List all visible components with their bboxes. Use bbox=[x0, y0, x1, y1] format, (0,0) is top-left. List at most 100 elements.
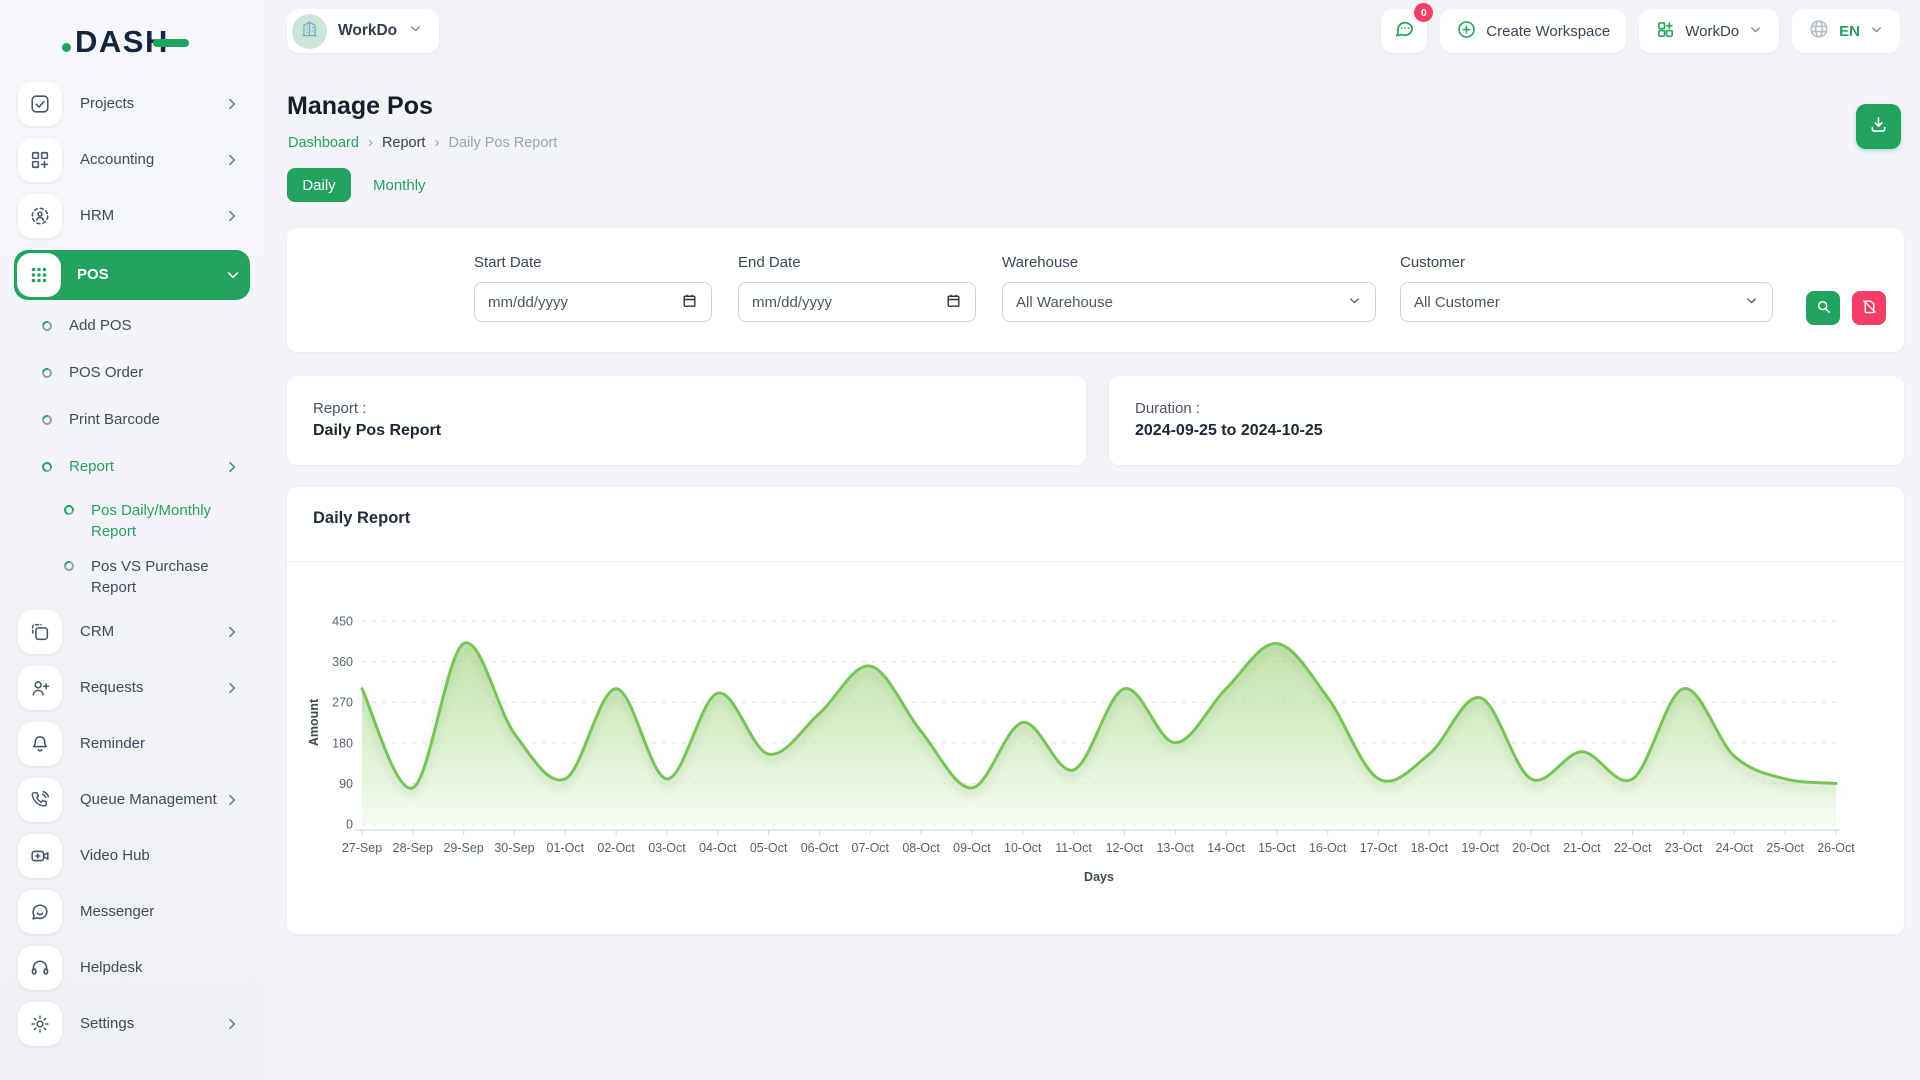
svg-text:06-Oct: 06-Oct bbox=[801, 841, 839, 855]
warehouse-select[interactable]: All Warehouse bbox=[1002, 282, 1376, 322]
svg-text:10-Oct: 10-Oct bbox=[1004, 841, 1042, 855]
sidebar-item-label: Queue Management bbox=[80, 791, 224, 809]
svg-text:12-Oct: 12-Oct bbox=[1106, 841, 1144, 855]
sidebar-item-queue-management[interactable]: Queue Management bbox=[18, 778, 246, 822]
sidebar-item-pos[interactable]: POS bbox=[14, 250, 250, 300]
sidebar-item-pos-order[interactable]: POS Order bbox=[42, 357, 246, 389]
duration-label: Duration : bbox=[1135, 400, 1200, 417]
sidebar: DASH Projects Accounting HRM POS Add POS POS … bbox=[0, 0, 264, 1080]
language-button[interactable]: EN bbox=[1792, 9, 1900, 53]
language-value: EN bbox=[1839, 23, 1860, 40]
workspace-switcher[interactable]: WorkDo bbox=[287, 9, 439, 53]
duration-info-card: Duration : 2024-09-25 to 2024-10-25 bbox=[1109, 376, 1904, 465]
svg-text:14-Oct: 14-Oct bbox=[1207, 841, 1245, 855]
breadcrumb-current: Daily Pos Report bbox=[448, 135, 557, 151]
filter-card: Start Date mm/dd/yyyy End Date mm/dd/yyy… bbox=[287, 228, 1904, 352]
customer-select[interactable]: All Customer bbox=[1400, 282, 1773, 322]
svg-text:29-Sep: 29-Sep bbox=[443, 841, 483, 855]
download-icon bbox=[1868, 114, 1889, 140]
workdo-menu-button[interactable]: WorkDo bbox=[1639, 9, 1779, 53]
chat-bubble-icon bbox=[1393, 17, 1416, 45]
svg-text:Amount: Amount bbox=[307, 698, 321, 746]
svg-text:07-Oct: 07-Oct bbox=[852, 841, 890, 855]
chevron-right-icon bbox=[224, 96, 240, 112]
checkbox-icon bbox=[18, 82, 62, 126]
page-title: Manage Pos bbox=[287, 92, 433, 121]
start-date-input[interactable]: mm/dd/yyyy bbox=[474, 282, 712, 322]
svg-text:17-Oct: 17-Oct bbox=[1360, 841, 1398, 855]
sidebar-item-hrm[interactable]: HRM bbox=[18, 194, 246, 238]
download-button[interactable] bbox=[1856, 104, 1901, 149]
sidebar-item-print-barcode[interactable]: Print Barcode bbox=[42, 404, 246, 436]
sidebar-item-label: Accounting bbox=[80, 151, 224, 169]
sidebar-item-pos-daily-monthly-report[interactable]: Pos Daily/Monthly Report bbox=[64, 498, 246, 542]
disc-icon bbox=[40, 460, 54, 474]
svg-text:0: 0 bbox=[346, 818, 353, 832]
dots-grid-icon bbox=[17, 253, 61, 297]
daily-report-chart: 09018027036045027-Sep28-Sep29-Sep30-Sep0… bbox=[287, 487, 1904, 934]
sidebar-item-add-pos[interactable]: Add POS bbox=[42, 310, 246, 342]
chevron-down-icon bbox=[1744, 293, 1759, 312]
sidebar-item-label: Settings bbox=[80, 1015, 224, 1033]
sidebar-item-accounting[interactable]: Accounting bbox=[18, 138, 246, 182]
sidebar-menu: Projects Accounting HRM POS Add POS POS Order… bbox=[0, 82, 264, 1058]
svg-text:24-Oct: 24-Oct bbox=[1716, 841, 1754, 855]
svg-text:28-Sep: 28-Sep bbox=[393, 841, 433, 855]
search-icon bbox=[1815, 298, 1832, 318]
chevron-down-icon bbox=[1748, 22, 1763, 41]
svg-text:01-Oct: 01-Oct bbox=[547, 841, 585, 855]
svg-text:26-Oct: 26-Oct bbox=[1817, 841, 1855, 855]
svg-text:15-Oct: 15-Oct bbox=[1258, 841, 1296, 855]
sidebar-item-report[interactable]: Report bbox=[42, 451, 246, 483]
sidebar-item-label: Add POS bbox=[69, 317, 246, 335]
calendar-icon bbox=[681, 292, 698, 313]
end-date-placeholder: mm/dd/yyyy bbox=[752, 294, 832, 311]
start-date-placeholder: mm/dd/yyyy bbox=[488, 294, 568, 311]
sidebar-item-requests[interactable]: Requests bbox=[18, 666, 246, 710]
create-workspace-button[interactable]: Create Workspace bbox=[1440, 9, 1626, 53]
breadcrumb-report[interactable]: Report bbox=[382, 135, 426, 151]
workspace-avatar bbox=[292, 14, 327, 49]
globe-icon bbox=[1808, 18, 1830, 44]
sidebar-item-helpdesk[interactable]: Helpdesk bbox=[18, 946, 246, 990]
sidebar-item-video-hub[interactable]: Video Hub bbox=[18, 834, 246, 878]
calendar-icon bbox=[945, 292, 962, 313]
sidebar-item-label: CRM bbox=[80, 623, 224, 641]
svg-text:11-Oct: 11-Oct bbox=[1055, 841, 1092, 855]
sidebar-item-label: Projects bbox=[80, 95, 224, 113]
sidebar-item-projects[interactable]: Projects bbox=[18, 82, 246, 126]
brand-logo[interactable]: DASH bbox=[62, 24, 189, 60]
grid-add-icon bbox=[18, 138, 62, 182]
svg-text:450: 450 bbox=[332, 615, 353, 629]
customer-label: Customer bbox=[1400, 254, 1773, 271]
svg-text:180: 180 bbox=[332, 736, 353, 750]
sidebar-item-settings[interactable]: Settings bbox=[18, 1002, 246, 1046]
grid-plus-icon bbox=[1655, 19, 1676, 44]
breadcrumb-dashboard[interactable]: Dashboard bbox=[288, 135, 359, 151]
chevron-down-icon bbox=[1869, 22, 1884, 41]
sidebar-item-label: POS Order bbox=[69, 364, 246, 382]
svg-text:Days: Days bbox=[1084, 870, 1114, 884]
sidebar-item-messenger[interactable]: Messenger bbox=[18, 890, 246, 934]
chevron-right-icon bbox=[224, 208, 240, 224]
tab-monthly[interactable]: Monthly bbox=[373, 177, 426, 194]
search-button[interactable] bbox=[1806, 291, 1840, 325]
reset-button[interactable] bbox=[1852, 291, 1886, 325]
end-date-input[interactable]: mm/dd/yyyy bbox=[738, 282, 976, 322]
messages-button[interactable]: 0 bbox=[1381, 9, 1427, 53]
sidebar-item-reminder[interactable]: Reminder bbox=[18, 722, 246, 766]
workdo-menu-label: WorkDo bbox=[1685, 23, 1739, 40]
user-plus-icon bbox=[18, 666, 62, 710]
sidebar-item-crm[interactable]: CRM bbox=[18, 610, 246, 654]
tab-daily[interactable]: Daily bbox=[287, 168, 351, 202]
logo-dash-icon bbox=[153, 39, 189, 47]
bell-icon bbox=[18, 722, 62, 766]
building-icon bbox=[300, 19, 319, 43]
svg-text:22-Oct: 22-Oct bbox=[1614, 841, 1652, 855]
sidebar-item-label: Print Barcode bbox=[69, 411, 246, 429]
chevron-right-icon bbox=[224, 624, 240, 640]
header-actions: 0 Create Workspace WorkDo EN bbox=[1381, 9, 1900, 53]
svg-text:16-Oct: 16-Oct bbox=[1309, 841, 1347, 855]
sidebar-item-pos-vs-purchase-report[interactable]: Pos VS Purchase Report bbox=[64, 554, 246, 598]
daily-report-card: Daily Report 09018027036045027-Sep28-Sep… bbox=[287, 487, 1904, 934]
